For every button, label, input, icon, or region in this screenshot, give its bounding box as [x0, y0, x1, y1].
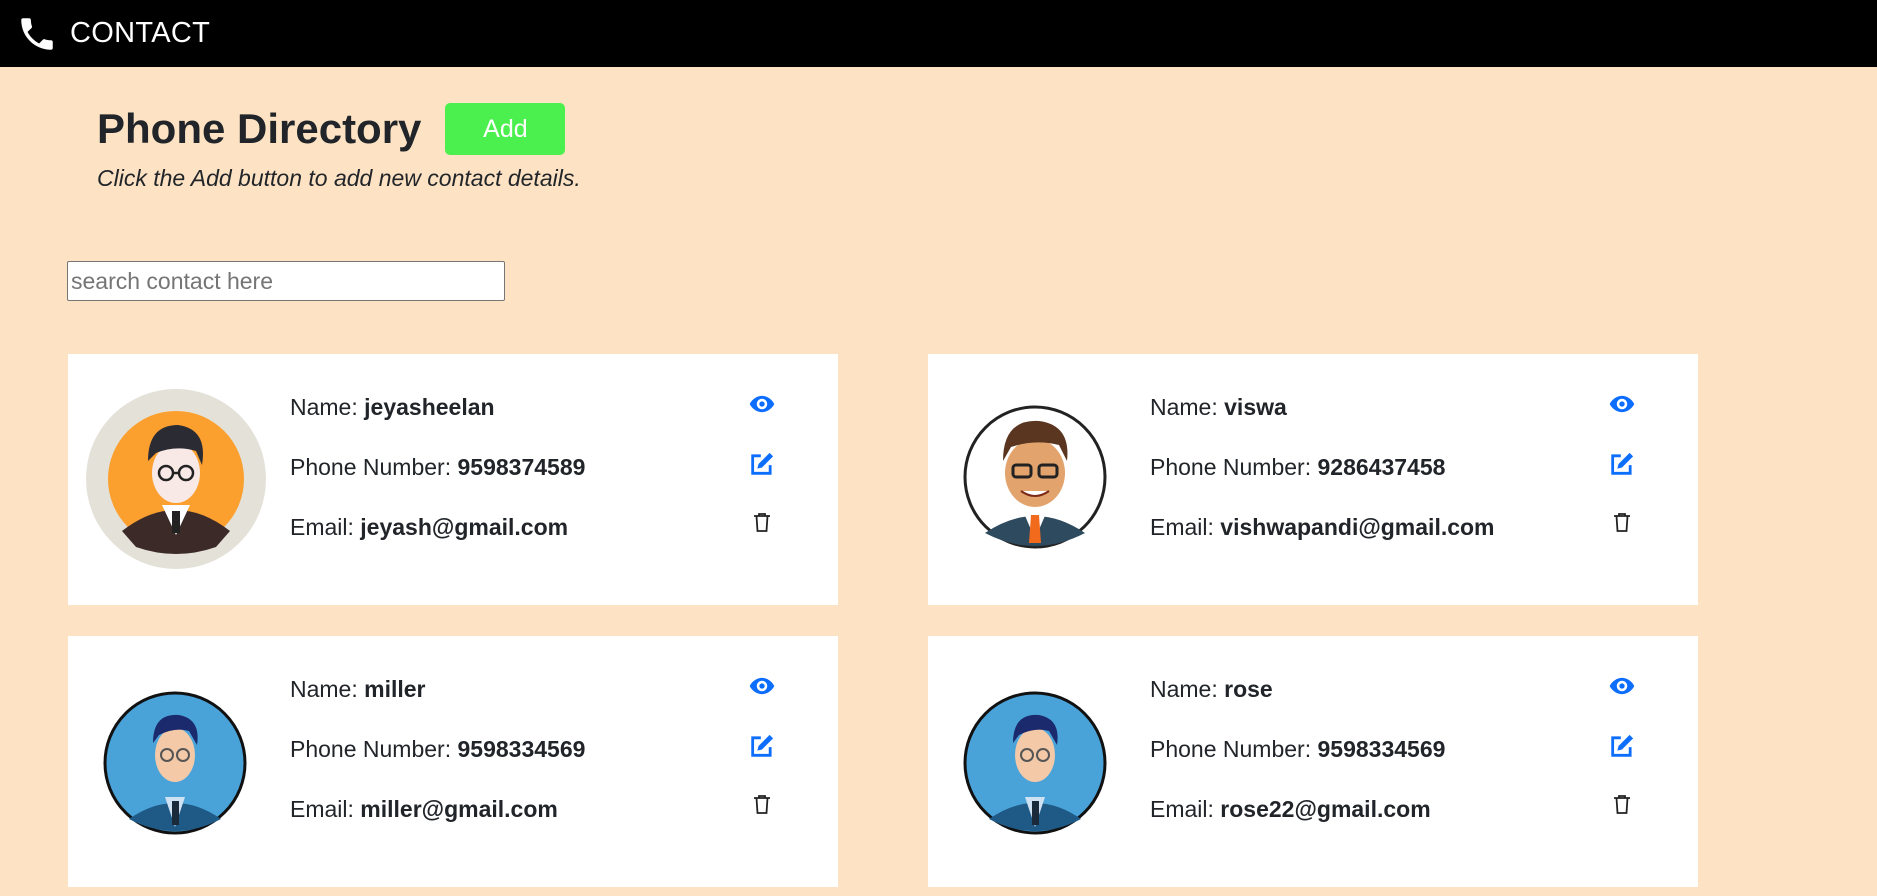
- contact-phone: 9598374589: [457, 454, 586, 480]
- page-header: Phone Directory Add Click the Add button…: [97, 103, 581, 192]
- add-button[interactable]: Add: [445, 103, 566, 155]
- name-label: Name:: [1150, 676, 1225, 702]
- contact-email: rose22@gmail.com: [1220, 796, 1431, 822]
- contact-name: miller: [364, 676, 426, 702]
- delete-icon[interactable]: [1610, 792, 1634, 816]
- smiling-avatar-icon: [963, 405, 1107, 549]
- brand-title[interactable]: CONTACT: [70, 17, 210, 50]
- phone-label: Phone Number:: [1150, 736, 1318, 762]
- name-row: Name: rose: [1150, 676, 1445, 736]
- contact-name: viswa: [1224, 394, 1287, 420]
- email-row: Email: vishwapandi@gmail.com: [1150, 514, 1495, 574]
- email-row: Email: jeyash@gmail.com: [290, 514, 585, 574]
- orange-avatar-icon: [86, 389, 266, 569]
- contact-email: vishwapandi@gmail.com: [1220, 514, 1495, 540]
- contact-name: jeyasheelan: [364, 394, 495, 420]
- delete-icon[interactable]: [750, 510, 774, 534]
- contact-card: Name: miller Phone Number: 9598334569 Em…: [68, 636, 838, 887]
- phone-row: Phone Number: 9598334569: [290, 736, 585, 796]
- phone-row: Phone Number: 9598334569: [1150, 736, 1445, 796]
- view-icon[interactable]: [1608, 672, 1636, 700]
- email-label: Email:: [1150, 796, 1221, 822]
- email-label: Email:: [290, 796, 361, 822]
- name-row: Name: viswa: [1150, 394, 1495, 454]
- name-row: Name: miller: [290, 676, 585, 736]
- edit-icon[interactable]: [1608, 450, 1636, 478]
- page-title: Phone Directory: [97, 105, 422, 152]
- name-row: Name: jeyasheelan: [290, 394, 585, 454]
- contact-name: rose: [1224, 676, 1273, 702]
- phone-label: Phone Number:: [290, 454, 458, 480]
- name-label: Name:: [1150, 394, 1225, 420]
- edit-icon[interactable]: [748, 450, 776, 478]
- view-icon[interactable]: [1608, 390, 1636, 418]
- page-subtitle: Click the Add button to add new contact …: [97, 165, 581, 191]
- contact-phone: 9598334569: [457, 736, 586, 762]
- name-label: Name:: [290, 676, 365, 702]
- email-label: Email:: [1150, 514, 1221, 540]
- contact-card: Name: rose Phone Number: 9598334569 Emai…: [928, 636, 1698, 887]
- navbar: CONTACT: [0, 0, 1877, 67]
- phone-icon: [21, 17, 53, 50]
- phone-row: Phone Number: 9286437458: [1150, 454, 1495, 514]
- phone-label: Phone Number:: [1150, 454, 1318, 480]
- contact-phone: 9286437458: [1317, 454, 1446, 480]
- contact-card: Name: viswa Phone Number: 9286437458 Ema…: [928, 354, 1698, 605]
- contact-email: miller@gmail.com: [360, 796, 558, 822]
- email-label: Email:: [290, 514, 361, 540]
- phone-label: Phone Number:: [290, 736, 458, 762]
- view-icon[interactable]: [748, 390, 776, 418]
- edit-icon[interactable]: [1608, 732, 1636, 760]
- delete-icon[interactable]: [1610, 510, 1634, 534]
- blue-avatar-icon: [103, 691, 247, 835]
- view-icon[interactable]: [748, 672, 776, 700]
- edit-icon[interactable]: [748, 732, 776, 760]
- contact-card: Name: jeyasheelan Phone Number: 95983745…: [68, 354, 838, 605]
- blue-avatar-icon: [963, 691, 1107, 835]
- email-row: Email: miller@gmail.com: [290, 796, 585, 856]
- phone-row: Phone Number: 9598374589: [290, 454, 585, 514]
- search-input[interactable]: [67, 261, 505, 301]
- email-row: Email: rose22@gmail.com: [1150, 796, 1445, 856]
- contact-email: jeyash@gmail.com: [360, 514, 569, 540]
- name-label: Name:: [290, 394, 365, 420]
- contact-phone: 9598334569: [1317, 736, 1446, 762]
- delete-icon[interactable]: [750, 792, 774, 816]
